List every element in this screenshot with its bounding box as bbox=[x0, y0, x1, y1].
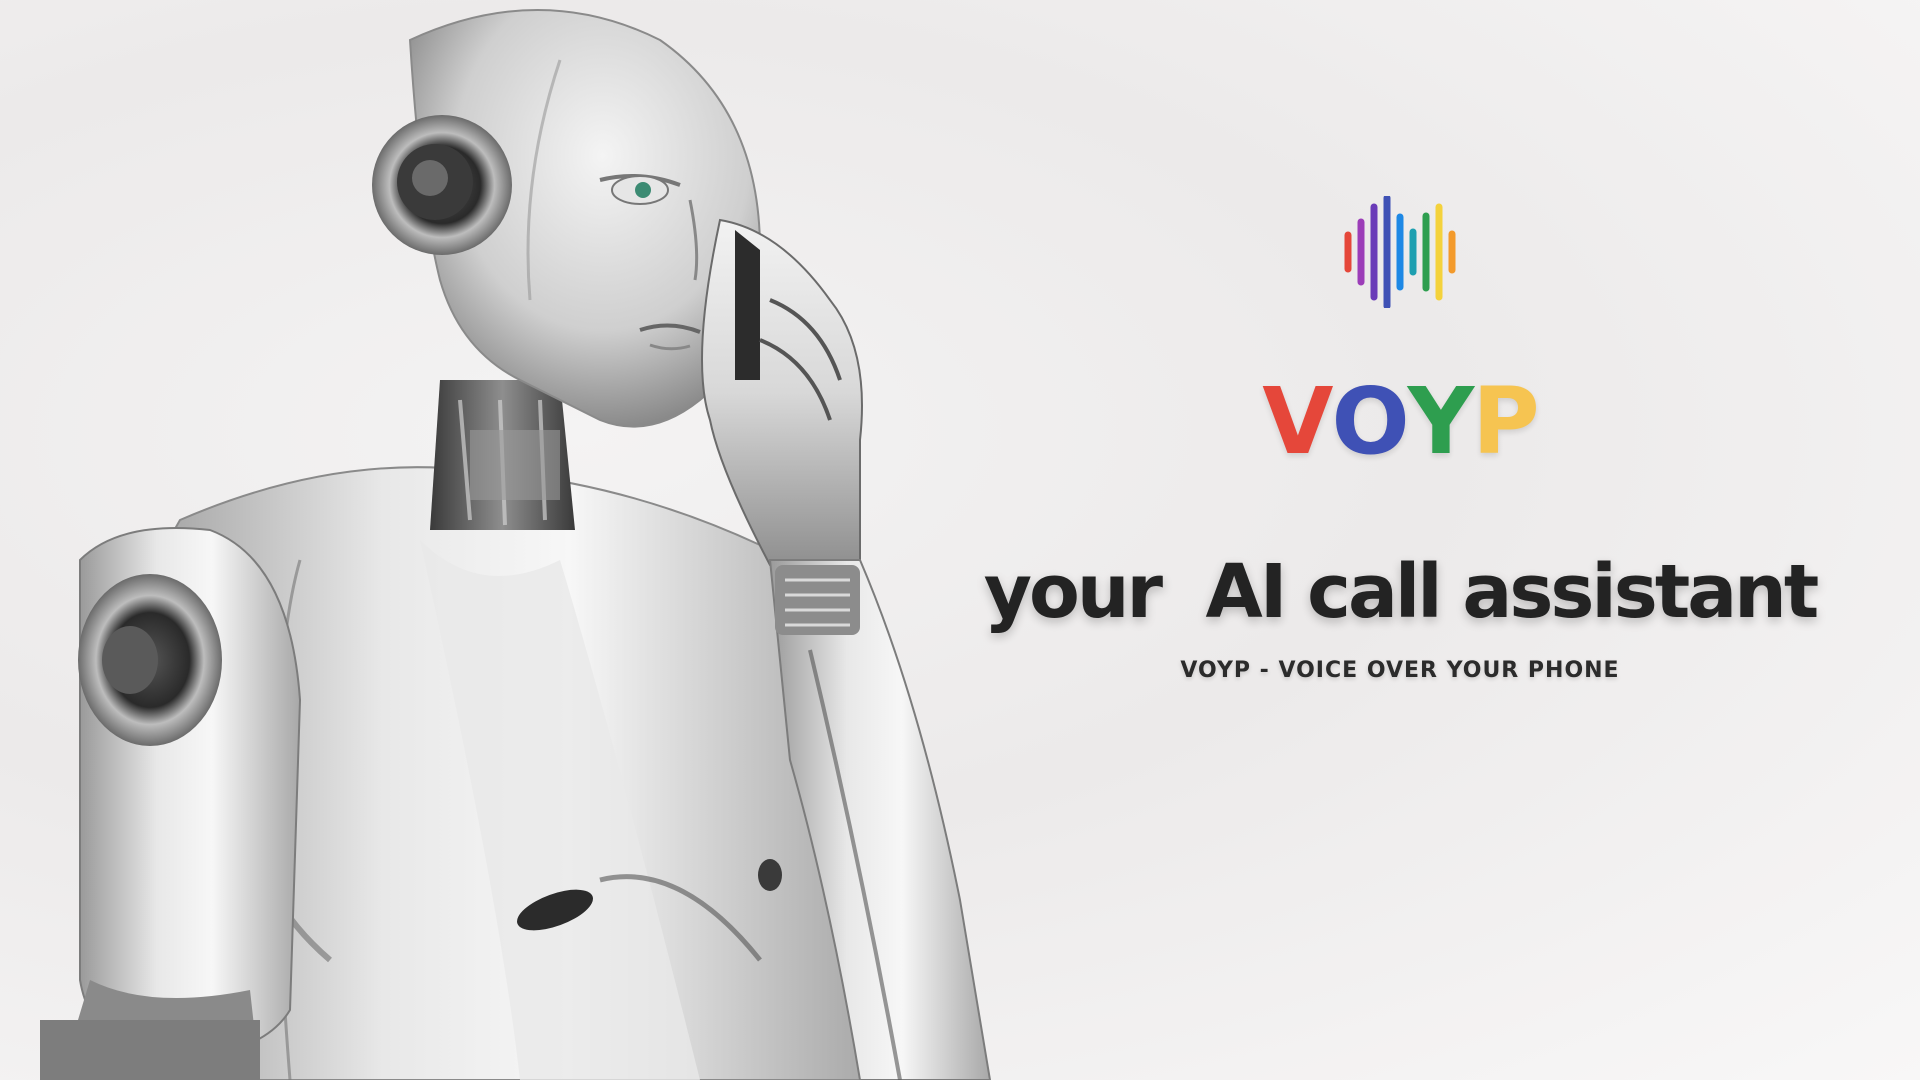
logo-letter-y: Y bbox=[1407, 368, 1475, 475]
tagline: your AI call assistant bbox=[983, 549, 1819, 635]
soundwave-icon bbox=[1344, 196, 1456, 308]
logo-letter-v: V bbox=[1262, 368, 1333, 475]
subtagline: VOYP - VOICE OVER YOUR PHONE bbox=[1180, 658, 1620, 683]
logo-letter-p: P bbox=[1472, 368, 1539, 475]
robot-illustration bbox=[40, 9, 992, 1080]
brand-logo-wordmark: VOYP bbox=[1240, 372, 1560, 472]
logo-letter-o: O bbox=[1331, 368, 1409, 475]
